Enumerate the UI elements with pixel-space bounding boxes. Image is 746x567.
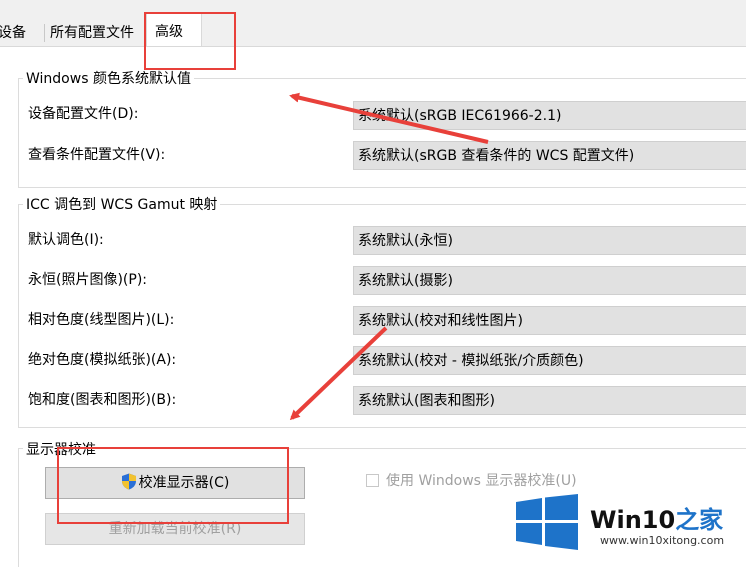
watermark: Win10之家 www.win10xitong.com: [512, 492, 746, 562]
arrow-to-calibration: [289, 326, 388, 421]
watermark-brand: Win10之家: [590, 506, 724, 534]
annotation-arrows: [289, 92, 489, 421]
windows-logo-icon: [516, 494, 578, 554]
watermark-url: www.win10xitong.com: [600, 534, 725, 547]
arrow-to-windows-defaults: [289, 92, 489, 144]
